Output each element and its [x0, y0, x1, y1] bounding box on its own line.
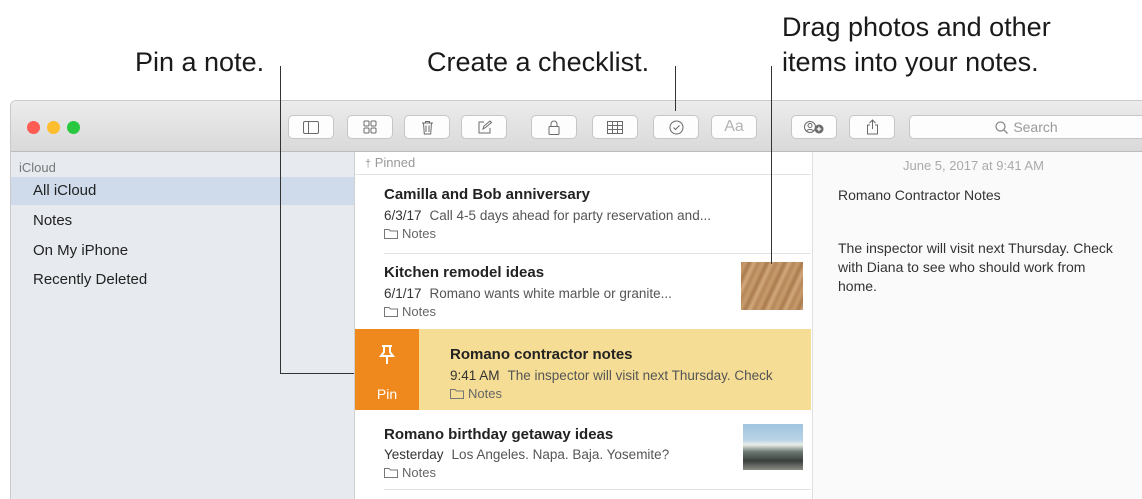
compose-button[interactable]: [461, 115, 507, 139]
note-folder-label: Notes: [402, 304, 436, 319]
close-window-button[interactable]: [27, 121, 40, 134]
note-folder-label: Notes: [402, 465, 436, 480]
lock-button[interactable]: [531, 115, 577, 139]
callout-create-checklist: Create a checklist.: [427, 47, 650, 77]
sidebar-item-recently-deleted[interactable]: Recently Deleted: [11, 266, 354, 294]
sidebar-item-on-my-iphone[interactable]: On My iPhone: [11, 237, 354, 265]
add-people-icon: [804, 121, 824, 134]
folder-icon: [384, 229, 398, 239]
note-title: Romano contractor notes: [450, 346, 633, 363]
sidebar-icon: [303, 120, 319, 134]
search-placeholder: Search: [1013, 119, 1058, 135]
toolbar: Aa Search: [11, 101, 1142, 152]
format-button[interactable]: Aa: [711, 115, 757, 139]
note-date: 9:41 AM: [450, 368, 500, 383]
note-body-line: The inspector will visit next Thursday. …: [838, 240, 1113, 256]
wood-photo-thumbnail: [741, 262, 803, 310]
sidebar-toggle-button[interactable]: [288, 115, 334, 139]
note-folder-label: Notes: [402, 226, 436, 241]
note-body-title: Romano Contractor Notes: [838, 187, 1001, 203]
pinned-label: Pinned: [374, 155, 416, 170]
notes-window: Aa Search iCloud All iCloud Notes On My …: [10, 100, 1142, 499]
note-editor[interactable]: June 5, 2017 at 9:41 AM Romano Contracto…: [812, 152, 1142, 499]
sidebar: iCloud All iCloud Notes On My iPhone Rec…: [11, 152, 355, 499]
table-icon: [607, 120, 623, 134]
note-body-line: with Diana to see who should work from: [838, 259, 1086, 275]
note-folder-label: Notes: [468, 386, 502, 401]
note-preview-text: Los Angeles. Napa. Baja. Yosemite?: [451, 447, 670, 462]
folder-icon: [384, 307, 398, 317]
callout-line-drag: [771, 66, 772, 264]
callout-drag-line2: items into your notes.: [782, 47, 1039, 77]
list-item-selected[interactable]: Pin Romano contractor notes 9:41 AM The i…: [355, 329, 811, 410]
checklist-button[interactable]: [653, 115, 699, 139]
grid-icon: [363, 120, 377, 134]
callout-drag-line1: Drag photos and other: [782, 12, 1051, 42]
divider: [355, 174, 811, 175]
share-button[interactable]: [849, 115, 895, 139]
note-timestamp: June 5, 2017 at 9:41 AM: [903, 158, 1044, 173]
folder-icon: [384, 468, 398, 478]
note-preview-text: Call 4-5 days ahead for party reservatio…: [429, 208, 711, 223]
divider: [384, 489, 811, 490]
collaborate-button[interactable]: [791, 115, 837, 139]
callout-line-pin: [280, 66, 281, 374]
note-list: † Pinned Camilla and Bob anniversary 6/3…: [355, 152, 811, 499]
pin-action-button[interactable]: Pin: [355, 329, 419, 410]
note-title: Camilla and Bob anniversary: [384, 186, 590, 203]
pin-action-label: Pin: [376, 386, 398, 402]
list-item[interactable]: Kitchen remodel ideas 6/1/17 Romano wants…: [355, 254, 811, 330]
sidebar-item-all-icloud[interactable]: All iCloud: [11, 177, 354, 205]
note-preview: 9:41 AM The inspector will visit next Thu…: [450, 368, 773, 383]
note-body-line: home.: [838, 278, 877, 294]
zoom-window-button[interactable]: [67, 121, 80, 134]
share-icon: [866, 119, 878, 135]
note-date: 6/3/17: [384, 208, 422, 223]
pin-small-icon: †: [365, 158, 372, 170]
note-preview-text: The inspector will visit next Thursday. …: [507, 368, 773, 383]
note-date: Yesterday: [384, 447, 444, 462]
table-button[interactable]: [592, 115, 638, 139]
callout-line-pin-horizontal: [280, 373, 354, 374]
checkmark-circle-icon: [669, 120, 683, 134]
compose-icon: [478, 119, 492, 133]
list-item[interactable]: Camilla and Bob anniversary 6/3/17 Call 4…: [355, 176, 811, 252]
note-folder: Notes: [384, 304, 436, 319]
callout-pin-note: Pin a note.: [135, 47, 265, 77]
list-item[interactable]: Romano birthday getaway ideas Yesterday L…: [355, 410, 811, 490]
note-title: Kitchen remodel ideas: [384, 264, 545, 281]
search-input[interactable]: Search: [909, 115, 1142, 139]
minimize-window-button[interactable]: [47, 121, 60, 134]
note-title: Romano birthday getaway ideas: [384, 426, 614, 443]
note-date: 6/1/17: [384, 286, 422, 301]
folder-icon: [450, 389, 464, 399]
search-icon: [995, 120, 1009, 134]
callout-line-checklist: [675, 66, 676, 111]
pinned-section-header: † Pinned: [365, 155, 415, 170]
beach-photo-thumbnail: [743, 424, 803, 470]
gallery-view-button[interactable]: [347, 115, 393, 139]
note-preview: 6/1/17 Romano wants white marble or grani…: [384, 286, 672, 301]
note-preview: 6/3/17 Call 4-5 days ahead for party rese…: [384, 208, 711, 223]
trash-icon: [421, 120, 433, 134]
sidebar-item-notes[interactable]: Notes: [11, 207, 354, 235]
sidebar-header-icloud: iCloud: [19, 160, 56, 175]
note-preview-text: Romano wants white marble or granite...: [429, 286, 672, 301]
note-folder: Notes: [450, 386, 502, 401]
pin-icon: [379, 345, 395, 364]
lock-icon: [548, 120, 560, 135]
format-label: Aa: [724, 118, 744, 135]
delete-button[interactable]: [404, 115, 450, 139]
note-folder: Notes: [384, 465, 436, 480]
note-preview: Yesterday Los Angeles. Napa. Baja. Yosemi…: [384, 447, 669, 462]
note-folder: Notes: [384, 226, 436, 241]
